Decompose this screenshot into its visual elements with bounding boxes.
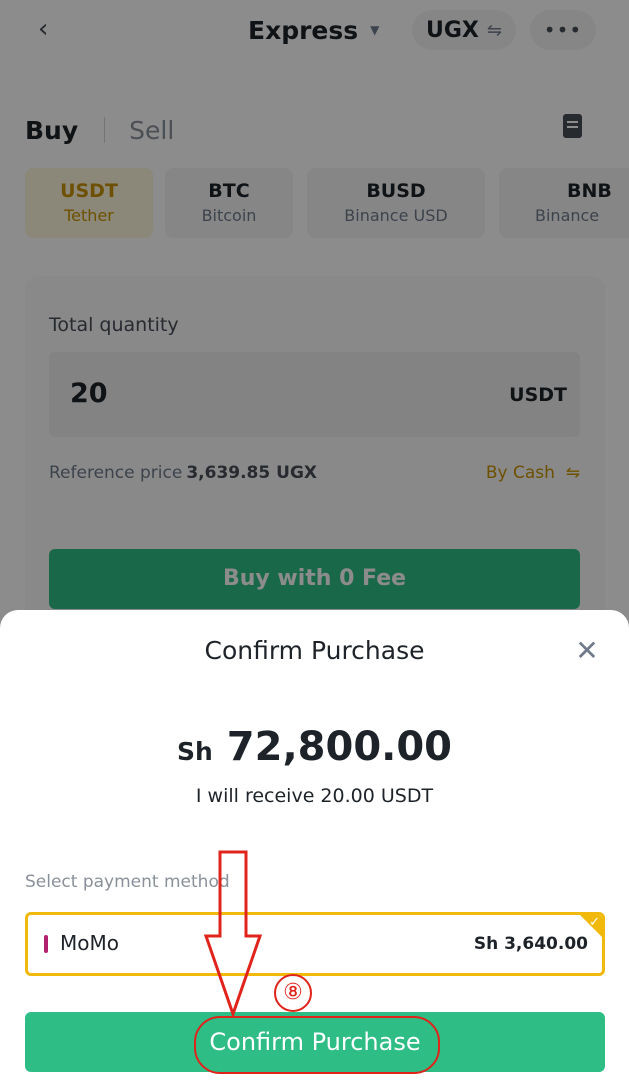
dialog-title: Confirm Purchase — [204, 636, 425, 665]
receive-text: I will receive 20.00 USDT — [195, 785, 434, 807]
payment-option-price: Sh 3,640.00 — [473, 934, 588, 954]
momo-color-bar — [44, 935, 48, 953]
payment-option-name: MoMo — [60, 931, 119, 955]
payment-option-momo[interactable]: MoMo Sh 3,640.00 ✓ — [25, 912, 605, 976]
annotation-highlight-ring — [194, 1016, 440, 1074]
close-icon[interactable]: ✕ — [574, 637, 600, 665]
currency-symbol: Sh — [176, 737, 213, 766]
check-icon: ✓ — [589, 915, 600, 930]
step-number-badge: ⑧ — [274, 974, 312, 1012]
amount-value: 72,800.00 — [226, 724, 453, 770]
payment-method-label: Select payment method — [25, 872, 230, 892]
annotation-arrow-icon — [203, 850, 263, 1018]
purchase-amount: Sh 72,800.00 — [0, 724, 629, 770]
